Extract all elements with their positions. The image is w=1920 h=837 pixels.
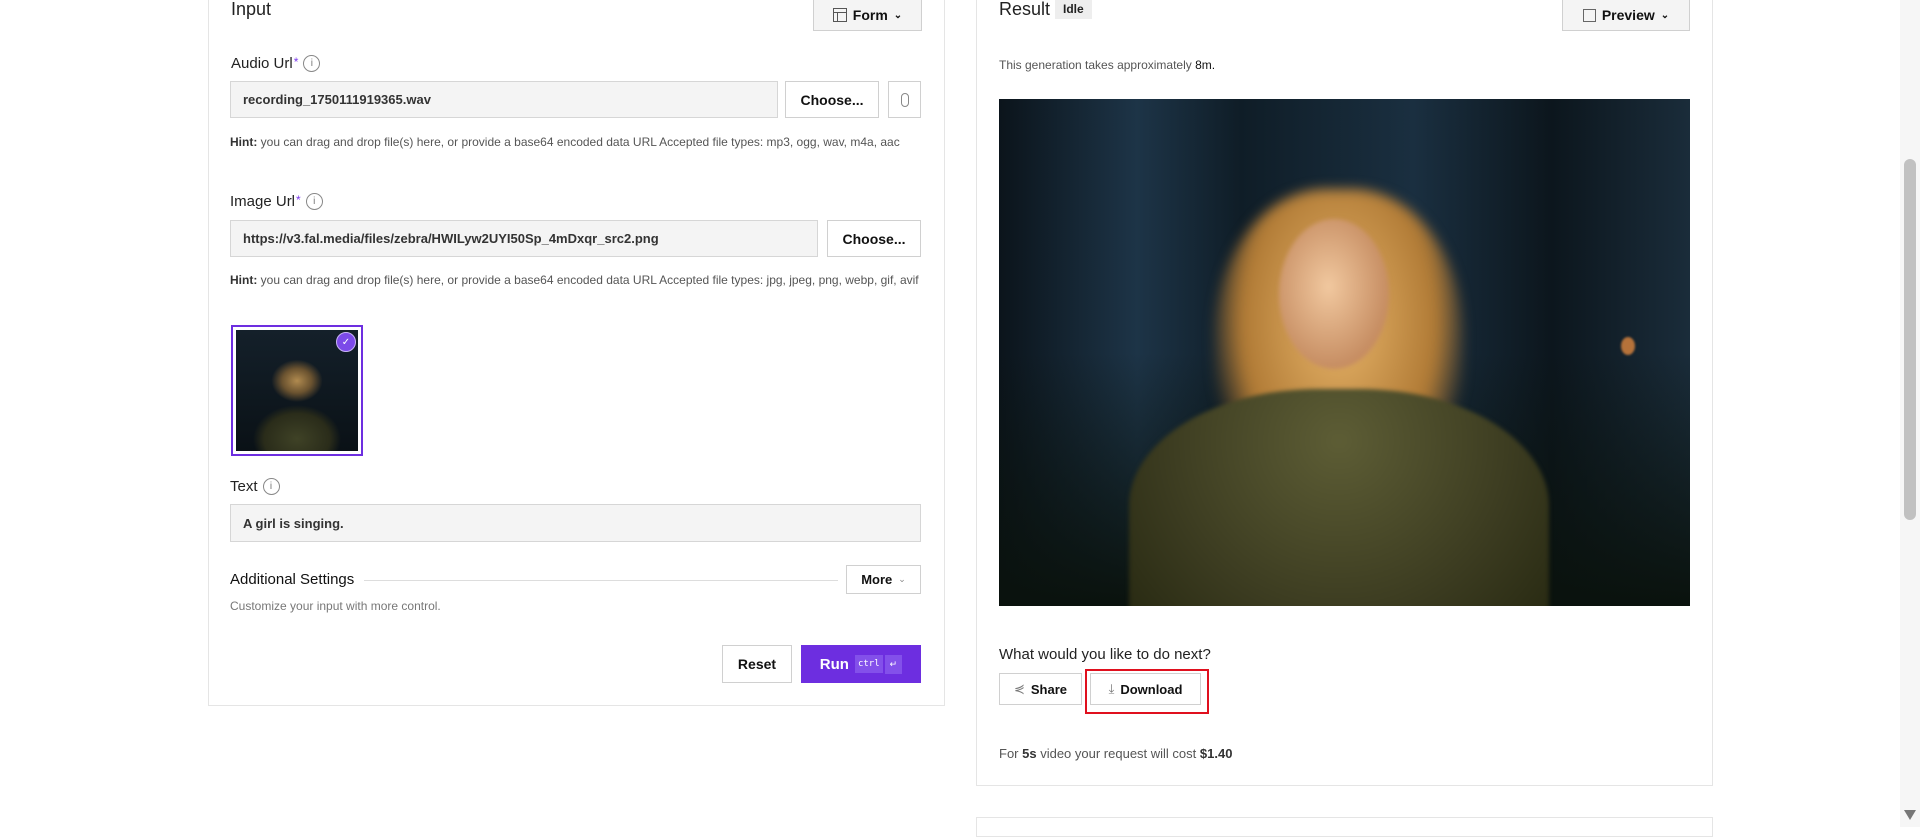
chevron-down-icon: ⌄ bbox=[1660, 9, 1670, 21]
status-badge: Idle bbox=[1055, 0, 1092, 19]
required-mark: * bbox=[296, 193, 301, 207]
eta-value: 8m. bbox=[1195, 58, 1216, 72]
microphone-button[interactable] bbox=[888, 81, 921, 118]
scroll-down-arrow-icon[interactable] bbox=[1904, 810, 1916, 820]
audio-url-label-text: Audio Url bbox=[231, 55, 293, 72]
image-thumbnail[interactable]: ✓ bbox=[231, 325, 363, 456]
text-input[interactable]: A girl is singing. bbox=[230, 504, 921, 542]
scrollbar-thumb[interactable] bbox=[1904, 159, 1916, 520]
info-icon[interactable]: i bbox=[303, 55, 321, 72]
result-title: Result bbox=[999, 0, 1051, 19]
download-button[interactable]: ⤓ Download bbox=[1090, 673, 1201, 705]
image-url-label-text: Image Url bbox=[230, 193, 296, 210]
more-settings-button[interactable]: More ⌄ bbox=[846, 565, 921, 594]
eta-prefix: This generation takes approximately bbox=[999, 58, 1196, 72]
download-icon: ⤓ bbox=[1108, 681, 1115, 696]
reset-button[interactable]: Reset bbox=[722, 645, 792, 683]
audio-choose-button[interactable]: Choose... bbox=[785, 81, 879, 118]
image-choose-button[interactable]: Choose... bbox=[827, 220, 921, 257]
microphone-icon bbox=[900, 92, 909, 107]
hint-bold: Hint: bbox=[230, 135, 258, 149]
download-label: Download bbox=[1120, 681, 1183, 697]
image-icon bbox=[1582, 8, 1596, 22]
audio-url-hint: Hint: you can drag and drop file(s) here… bbox=[230, 132, 910, 152]
cost-middle: video your request will cost bbox=[1036, 746, 1200, 761]
form-layout-icon bbox=[832, 8, 847, 22]
enter-key: ↵ bbox=[884, 654, 903, 674]
form-mode-button[interactable]: Form ⌄ bbox=[813, 0, 922, 31]
share-label: Share bbox=[1030, 681, 1068, 697]
share-icon: ⋞ bbox=[1013, 681, 1025, 696]
run-button[interactable]: Run ctrl ↵ bbox=[801, 645, 921, 683]
share-button[interactable]: ⋞ Share bbox=[999, 673, 1082, 705]
cost-text: For 5s video your request will cost $1.4… bbox=[999, 746, 1232, 761]
next-card bbox=[976, 817, 1713, 837]
preview-label: Preview bbox=[1601, 7, 1655, 23]
preview-mode-button[interactable]: Preview ⌄ bbox=[1562, 0, 1690, 31]
chevron-down-icon: ⌄ bbox=[893, 9, 903, 21]
cost-value: $1.40 bbox=[1199, 746, 1233, 761]
info-icon[interactable]: i bbox=[262, 478, 280, 495]
text-label-text: Text bbox=[230, 478, 258, 495]
audio-url-input[interactable]: recording_1750111919365.wav bbox=[230, 81, 778, 118]
chevron-down-icon: ⌄ bbox=[898, 574, 906, 584]
image-url-hint: Hint: you can drag and drop file(s) here… bbox=[230, 270, 920, 290]
selected-check-icon: ✓ bbox=[336, 332, 356, 352]
cost-prefix: For bbox=[999, 746, 1023, 761]
hint-text: you can drag and drop file(s) here, or p… bbox=[257, 135, 900, 149]
jacket-shape bbox=[1129, 389, 1549, 606]
input-title: Input bbox=[231, 0, 272, 19]
scrollbar[interactable] bbox=[1900, 0, 1920, 827]
hint-bold: Hint: bbox=[230, 273, 258, 287]
divider bbox=[364, 580, 838, 581]
audio-url-label: Audio Url * i bbox=[231, 55, 321, 72]
image-url-input[interactable]: https://v3.fal.media/files/zebra/HWILyw2… bbox=[230, 220, 818, 257]
additional-settings-description: Customize your input with more control. bbox=[230, 599, 441, 613]
required-mark: * bbox=[293, 55, 299, 69]
more-label: More bbox=[861, 572, 893, 587]
run-label: Run bbox=[819, 655, 849, 673]
text-label: Text i bbox=[230, 478, 280, 495]
face-shape bbox=[1279, 219, 1389, 369]
result-image bbox=[999, 99, 1690, 606]
next-prompt: What would you like to do next? bbox=[999, 646, 1211, 663]
ctrl-key: ctrl bbox=[854, 655, 883, 673]
info-icon[interactable]: i bbox=[305, 193, 323, 210]
hint-text: you can drag and drop file(s) here, or p… bbox=[257, 273, 919, 287]
cost-duration: 5s bbox=[1022, 746, 1037, 761]
eta-text: This generation takes approximately 8m. bbox=[999, 58, 1215, 72]
form-mode-label: Form bbox=[852, 7, 888, 23]
image-url-label: Image Url * i bbox=[230, 193, 323, 210]
additional-settings-title: Additional Settings bbox=[230, 571, 355, 588]
